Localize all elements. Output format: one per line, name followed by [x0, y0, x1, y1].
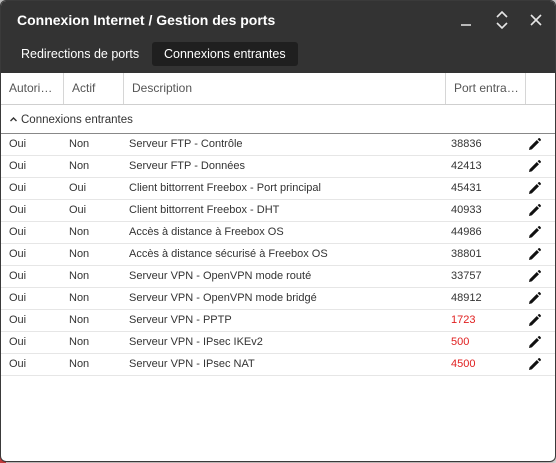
pencil-icon	[529, 269, 542, 282]
pencil-icon	[529, 225, 542, 238]
column-header-autorise[interactable]: Autori…	[1, 73, 63, 104]
cell-autorise: Oui	[9, 160, 27, 172]
cell-description: Serveur VPN - OpenVPN mode routé	[129, 270, 312, 282]
column-header-port[interactable]: Port entra…	[445, 73, 525, 104]
cell-autorise: Oui	[9, 138, 27, 150]
cell-actif: Non	[69, 248, 90, 260]
cell-description: Serveur VPN - OpenVPN mode bridgé	[129, 292, 317, 304]
cell-actif: Non	[69, 226, 90, 238]
edit-button[interactable]	[527, 159, 542, 174]
cell-actif: Oui	[69, 182, 87, 194]
close-icon	[530, 14, 542, 26]
edit-button[interactable]	[527, 181, 542, 196]
cell-description: Serveur FTP - Données	[129, 160, 245, 172]
cell-autorise: Oui	[9, 204, 27, 216]
cell-port: 1723	[451, 314, 476, 326]
edit-button[interactable]	[527, 203, 542, 218]
cell-description: Accès à distance à Freebox OS	[129, 226, 284, 238]
cell-autorise: Oui	[9, 336, 27, 348]
cell-actif: Oui	[69, 204, 87, 216]
table-row[interactable]: Oui Non Serveur VPN - OpenVPN mode bridgé 4…	[1, 288, 555, 310]
window-title: Connexion Internet / Gestion des ports	[17, 12, 276, 28]
cell-port: 44986	[451, 226, 482, 238]
cell-actif: Non	[69, 138, 90, 150]
pencil-icon	[529, 335, 542, 348]
cell-description: Serveur VPN - IPsec NAT	[129, 358, 255, 370]
cell-description: Serveur VPN - PPTP	[129, 314, 232, 326]
cell-description: Accès à distance sécurisé à Freebox OS	[129, 248, 328, 260]
cell-autorise: Oui	[9, 314, 27, 326]
column-header-actions	[525, 73, 555, 104]
cell-actif: Non	[69, 160, 90, 172]
cell-autorise: Oui	[9, 182, 27, 194]
cell-actif: Non	[69, 336, 90, 348]
cell-autorise: Oui	[9, 226, 27, 238]
cell-actif: Non	[69, 270, 90, 282]
cell-port: 33757	[451, 270, 482, 282]
pencil-icon	[529, 247, 542, 260]
table-body: Oui Non Serveur FTP - Contrôle 38836 Oui Non S…	[1, 134, 555, 376]
table-row[interactable]: Oui Oui Client bittorrent Freebox - DHT 409…	[1, 200, 555, 222]
table-row[interactable]: Oui Non Serveur FTP - Données 42413	[1, 156, 555, 178]
pencil-icon	[529, 159, 542, 172]
table-row[interactable]: Oui Non Accès à distance sécurisé à Freebo…	[1, 244, 555, 266]
cell-actif: Non	[69, 358, 90, 370]
pencil-icon	[529, 203, 542, 216]
edit-button[interactable]	[527, 269, 542, 284]
tab-redirections-de-ports[interactable]: Redirections de ports	[9, 42, 151, 66]
maximize-button[interactable]	[491, 9, 513, 31]
edit-button[interactable]	[527, 357, 542, 372]
table-header: Autori… Actif Description Port entra…	[1, 73, 555, 105]
pencil-icon	[529, 291, 542, 304]
cell-description: Client bittorrent Freebox - DHT	[129, 204, 280, 216]
column-header-actif[interactable]: Actif	[63, 73, 123, 104]
edit-button[interactable]	[527, 247, 542, 262]
cell-autorise: Oui	[9, 248, 27, 260]
chevron-up-icon	[10, 117, 17, 122]
cell-port: 38801	[451, 248, 482, 260]
cell-port: 4500	[451, 358, 476, 370]
pencil-icon	[529, 313, 542, 326]
expand-icon	[496, 10, 508, 30]
table-row[interactable]: Oui Non Serveur VPN - PPTP 1723	[1, 310, 555, 332]
cell-port: 42413	[451, 160, 482, 172]
group-label: Connexions entrantes	[21, 114, 133, 126]
pencil-icon	[529, 137, 542, 150]
port-management-window: Connexion Internet / Gestion des ports R…	[0, 0, 556, 462]
pencil-icon	[529, 357, 542, 370]
cell-actif: Non	[69, 314, 90, 326]
cell-autorise: Oui	[9, 292, 27, 304]
cell-port: 40933	[451, 204, 482, 216]
edit-button[interactable]	[527, 291, 542, 306]
cell-description: Serveur FTP - Contrôle	[129, 138, 243, 150]
table-row[interactable]: Oui Non Accès à distance à Freebox OS 44986	[1, 222, 555, 244]
cell-actif: Non	[69, 292, 90, 304]
table-row[interactable]: Oui Non Serveur FTP - Contrôle 38836	[1, 134, 555, 156]
tab-connexions-entrantes[interactable]: Connexions entrantes	[152, 42, 298, 66]
cell-description: Serveur VPN - IPsec IKEv2	[129, 336, 263, 348]
title-bar: Connexion Internet / Gestion des ports R…	[1, 1, 555, 73]
cell-description: Client bittorrent Freebox - Port princip…	[129, 182, 321, 194]
minimize-icon	[461, 24, 471, 26]
column-header-description[interactable]: Description	[123, 73, 445, 104]
pencil-icon	[529, 181, 542, 194]
table-row[interactable]: Oui Non Serveur VPN - IPsec IKEv2 500	[1, 332, 555, 354]
cell-port: 48912	[451, 292, 482, 304]
cell-port: 45431	[451, 182, 482, 194]
cell-autorise: Oui	[9, 358, 27, 370]
cell-port: 500	[451, 336, 470, 348]
cell-autorise: Oui	[9, 270, 27, 282]
table-row[interactable]: Oui Non Serveur VPN - OpenVPN mode routé 33…	[1, 266, 555, 288]
edit-button[interactable]	[527, 335, 542, 350]
edit-button[interactable]	[527, 137, 542, 152]
cell-port: 38836	[451, 138, 482, 150]
edit-button[interactable]	[527, 225, 542, 240]
table-row[interactable]: Oui Oui Client bittorrent Freebox - Port p…	[1, 178, 555, 200]
table-row[interactable]: Oui Non Serveur VPN - IPsec NAT 4500	[1, 354, 555, 376]
close-button[interactable]	[525, 9, 547, 31]
group-header[interactable]: Connexions entrantes	[1, 105, 555, 134]
edit-button[interactable]	[527, 313, 542, 328]
minimize-button[interactable]	[455, 9, 477, 31]
